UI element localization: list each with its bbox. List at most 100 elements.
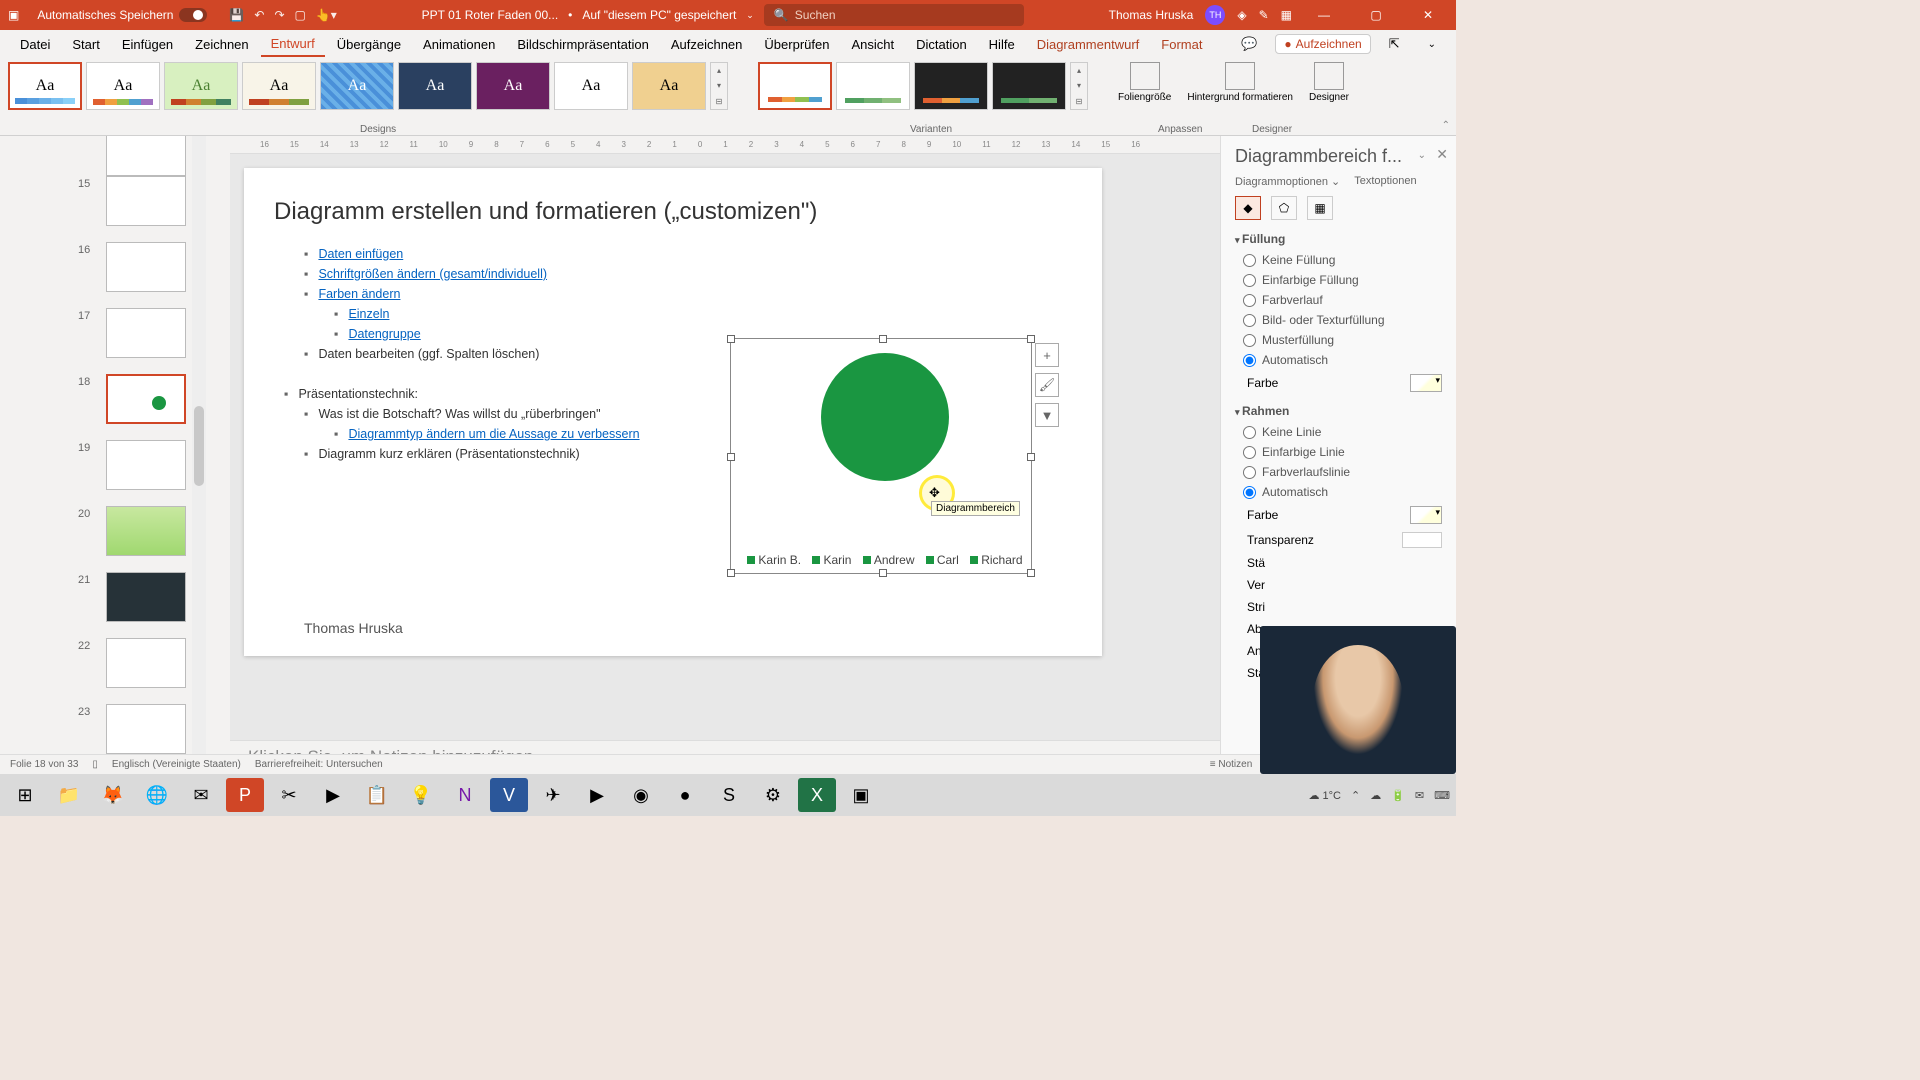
pattern-fill-radio[interactable]: Musterfüllung <box>1235 330 1450 350</box>
close-pane-button[interactable]: ✕ <box>1436 146 1448 163</box>
border-section[interactable]: Rahmen <box>1235 404 1450 418</box>
tray-chevron-icon[interactable]: ⌃ <box>1351 789 1360 802</box>
powerpoint-icon[interactable]: P <box>226 778 264 812</box>
fill-section[interactable]: Füllung <box>1235 232 1450 246</box>
theme-thumb[interactable]: Aa <box>8 62 82 110</box>
chart-plus-button[interactable]: + <box>1035 343 1059 367</box>
chart-styles-button[interactable]: 🖌 <box>1035 373 1059 397</box>
tab-einfuegen[interactable]: Einfügen <box>112 33 183 56</box>
line-color-button[interactable] <box>1410 506 1442 524</box>
excel-icon[interactable]: X <box>798 778 836 812</box>
redo-icon[interactable]: ↷ <box>274 8 284 22</box>
text-options-tab[interactable]: Textoptionen <box>1354 175 1416 188</box>
collapse-pane-icon[interactable]: ⌄ <box>1418 150 1426 161</box>
chart-object[interactable]: Karin B. Karin Andrew Carl Richard ✥ Dia… <box>730 338 1032 574</box>
variant-thumb[interactable] <box>992 62 1066 110</box>
slide-title[interactable]: Diagramm erstellen und formatieren („cus… <box>274 198 1072 226</box>
designer-button[interactable]: Designer <box>1309 62 1349 103</box>
picture-fill-radio[interactable]: Bild- oder Texturfüllung <box>1235 310 1450 330</box>
tab-format[interactable]: Format <box>1151 33 1212 56</box>
gallery-more[interactable]: ▴▾⊟ <box>710 62 728 110</box>
variants-gallery[interactable]: ▴▾⊟ <box>758 62 1088 110</box>
close-button[interactable]: ✕ <box>1408 8 1448 22</box>
tab-diagrammentwurf[interactable]: Diagrammentwurf <box>1027 33 1150 56</box>
accessibility-icon[interactable]: ▯ <box>92 759 98 770</box>
gradient-fill-radio[interactable]: Farbverlauf <box>1235 290 1450 310</box>
diamond-icon[interactable]: ◈ <box>1237 8 1246 22</box>
app-icon[interactable]: ◉ <box>622 778 660 812</box>
document-title[interactable]: PPT 01 Roter Faden 00... <box>422 8 559 22</box>
tab-uebergaenge[interactable]: Übergänge <box>327 33 411 56</box>
slide[interactable]: Diagramm erstellen und formatieren („cus… <box>244 168 1102 656</box>
auto-line-radio[interactable]: Automatisch <box>1235 482 1450 502</box>
onedrive-icon[interactable]: ☁ <box>1370 789 1381 802</box>
chart-options-tab[interactable]: Diagrammoptionen <box>1235 175 1340 188</box>
variant-thumb[interactable] <box>758 62 832 110</box>
tab-start[interactable]: Start <box>62 33 109 56</box>
telegram-icon[interactable]: ✈ <box>534 778 572 812</box>
onenote-icon[interactable]: N <box>446 778 484 812</box>
start-button[interactable]: ⊞ <box>6 778 44 812</box>
pen-icon[interactable]: ✎ <box>1259 8 1269 22</box>
collapse-ribbon-icon[interactable]: ⌃ <box>1442 120 1450 131</box>
slide-thumb[interactable] <box>106 572 186 622</box>
tab-hilfe[interactable]: Hilfe <box>979 33 1025 56</box>
tab-zeichnen[interactable]: Zeichnen <box>185 33 258 56</box>
author-text[interactable]: Thomas Hruska <box>304 620 403 636</box>
designs-gallery[interactable]: Aa Aa Aa Aa Aa Aa Aa Aa Aa ▴▾⊟ <box>8 62 728 110</box>
undo-icon[interactable]: ↶ <box>254 8 264 22</box>
quick-access-toolbar[interactable]: 💾 ↶ ↷ ▢ 👆▾ <box>229 8 336 22</box>
slide-thumb[interactable] <box>106 136 186 176</box>
app-icon[interactable]: 💡 <box>402 778 440 812</box>
theme-thumb[interactable]: Aa <box>632 62 706 110</box>
slide-thumb[interactable] <box>106 704 186 754</box>
slide-counter[interactable]: Folie 18 von 33 <box>10 759 78 770</box>
chart-filter-button[interactable]: ▼ <box>1035 403 1059 427</box>
format-background-button[interactable]: Hintergrund formatieren <box>1187 62 1293 103</box>
theme-thumb[interactable]: Aa <box>554 62 628 110</box>
gallery-more[interactable]: ▴▾⊟ <box>1070 62 1088 110</box>
no-fill-radio[interactable]: Keine Füllung <box>1235 250 1450 270</box>
record-button[interactable]: Aufzeichnen <box>1275 34 1370 54</box>
minimize-button[interactable]: — <box>1304 8 1344 22</box>
tab-entwurf[interactable]: Entwurf <box>261 32 325 57</box>
theme-thumb[interactable]: Aa <box>164 62 238 110</box>
tab-datei[interactable]: Datei <box>10 33 60 56</box>
slide-thumb[interactable] <box>106 176 186 226</box>
theme-thumb[interactable]: Aa <box>86 62 160 110</box>
firefox-icon[interactable]: 🦊 <box>94 778 132 812</box>
calendar-icon[interactable]: ▦ <box>1281 8 1292 22</box>
outlook-icon[interactable]: ✉ <box>182 778 220 812</box>
size-icon[interactable]: ▦ <box>1307 196 1333 220</box>
avatar[interactable]: TH <box>1205 5 1225 25</box>
accessibility-status[interactable]: Barrierefreiheit: Untersuchen <box>255 759 383 770</box>
chevron-down-icon[interactable]: ⌄ <box>1418 35 1446 54</box>
slide-thumb[interactable] <box>106 242 186 292</box>
comments-icon[interactable]: 💬 <box>1231 32 1267 56</box>
fill-color-button[interactable] <box>1410 374 1442 392</box>
variant-thumb[interactable] <box>914 62 988 110</box>
language-status[interactable]: Englisch (Vereinigte Staaten) <box>112 759 241 770</box>
notes-button[interactable]: ≡ Notizen <box>1210 759 1253 770</box>
chart-legend[interactable]: Karin B. Karin Andrew Carl Richard <box>731 553 1031 567</box>
weather-widget[interactable]: ☁ 1°C <box>1308 789 1341 802</box>
battery-icon[interactable]: 🔋 <box>1391 789 1405 802</box>
touch-icon[interactable]: 👆▾ <box>316 8 337 22</box>
input-icon[interactable]: ⌨ <box>1434 789 1450 802</box>
effects-icon[interactable]: ⬠ <box>1271 196 1297 220</box>
slide-thumb[interactable] <box>106 440 186 490</box>
tab-ansicht[interactable]: Ansicht <box>841 33 904 56</box>
tab-aufzeichnen[interactable]: Aufzeichnen <box>661 33 753 56</box>
theme-thumb[interactable]: Aa <box>320 62 394 110</box>
app-icon[interactable]: ● <box>666 778 704 812</box>
explorer-icon[interactable]: 📁 <box>50 778 88 812</box>
app-icon[interactable]: ▶ <box>578 778 616 812</box>
vlc-icon[interactable]: ▶ <box>314 778 352 812</box>
slideshow-icon[interactable]: ▢ <box>295 8 306 22</box>
solid-fill-radio[interactable]: Einfarbige Füllung <box>1235 270 1450 290</box>
tab-animationen[interactable]: Animationen <box>413 33 505 56</box>
thumbnail-scrollbar[interactable] <box>192 136 206 776</box>
solid-line-radio[interactable]: Einfarbige Linie <box>1235 442 1450 462</box>
slide-thumb[interactable] <box>106 506 186 556</box>
transparency-input[interactable] <box>1402 532 1442 548</box>
